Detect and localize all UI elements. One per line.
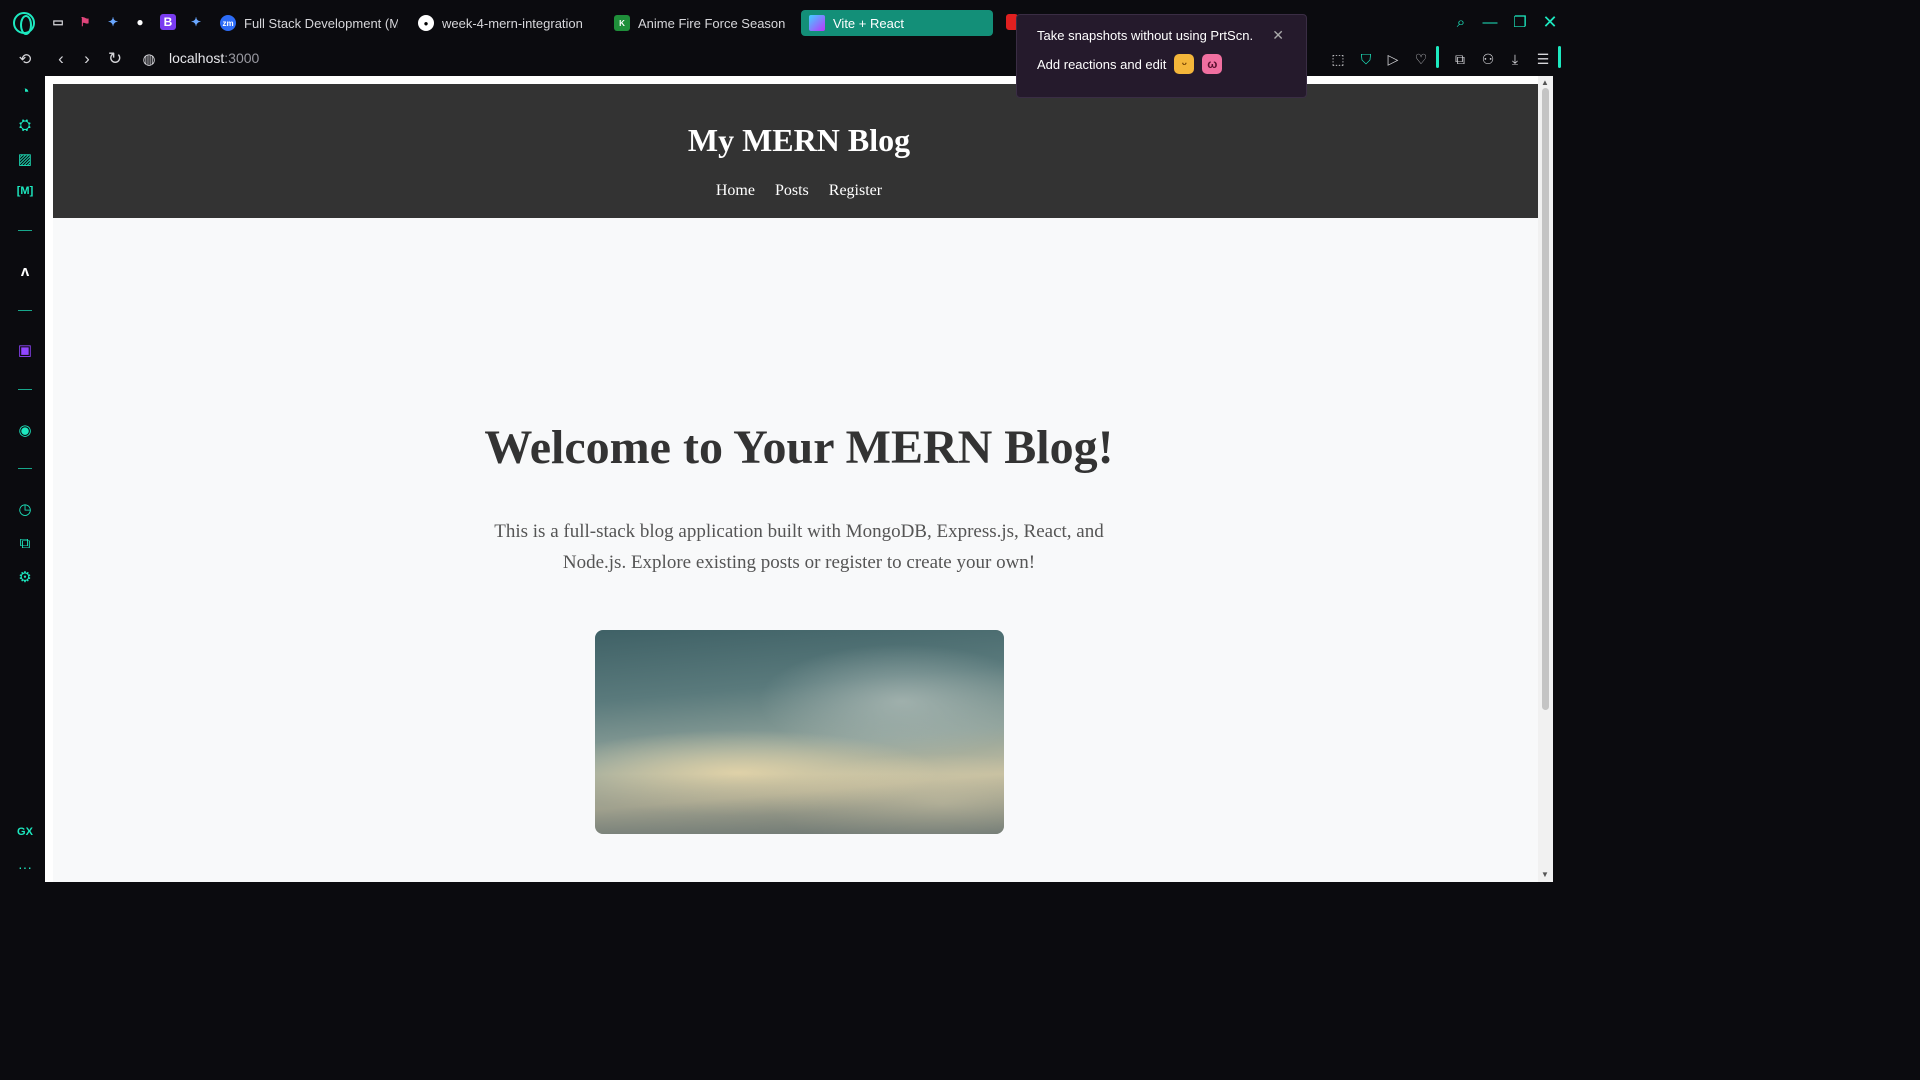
close-window-icon[interactable]: ✕ xyxy=(1540,12,1560,32)
sparkle-icon[interactable]: ✦ xyxy=(105,14,121,30)
scrollbar-thumb[interactable] xyxy=(1542,88,1549,710)
tab-week-4-mern-integration[interactable]: ● week-4-mern-integration xyxy=(410,10,596,36)
search-icon[interactable]: ⌕ xyxy=(1451,12,1471,32)
opera-gx-logo-icon[interactable] xyxy=(13,12,35,35)
sidebar-divider xyxy=(18,389,32,390)
tab-strip: ▭ ⚑ ✦ ● B ✦ zm Full Stack Development (M… xyxy=(0,0,1568,44)
site-header: My MERN Blog Home Posts Register xyxy=(53,84,1545,218)
tab-anime-fire-force[interactable]: K Anime Fire Force Season xyxy=(606,10,792,36)
sidebar: ◔ ⛭ ▨ [M] ʌ ▣ ◉ ◷ ⧉ ⚙ GX ··· xyxy=(0,76,45,882)
vite-icon xyxy=(809,15,825,31)
github-icon: ● xyxy=(418,15,434,31)
page-body: My MERN Blog Home Posts Register Welcome… xyxy=(53,84,1545,882)
back-icon[interactable]: ‹ xyxy=(50,48,72,70)
gx-label[interactable]: GX xyxy=(14,821,36,843)
globe-icon: ◍ xyxy=(142,51,156,68)
vertical-scrollbar[interactable]: ▲ ▼ xyxy=(1538,76,1553,882)
cat-emoji-icon: ω xyxy=(1202,54,1223,74)
settings-gear-icon[interactable]: ⚙ xyxy=(14,566,36,588)
minimize-icon[interactable]: — xyxy=(1480,12,1500,32)
address-bar-row: ⟲ ‹ › ↻ ◍ localhost:3000 ⬚ ⛉ ▷ ♡ ⧉ ⚇ ⤓ ☰ xyxy=(0,44,1568,76)
restore-icon[interactable]: ❐ xyxy=(1510,12,1530,32)
url-host: localhost xyxy=(169,50,225,66)
github-icon[interactable]: ● xyxy=(132,14,148,30)
shield-icon[interactable]: ⛉ xyxy=(1356,49,1376,69)
sidebar-divider xyxy=(18,468,32,469)
tooltip-close-icon[interactable]: ✕ xyxy=(1272,27,1284,44)
tab-label: week-4-mern-integration xyxy=(442,15,583,31)
tab-label: Anime Fire Force Season xyxy=(638,15,786,31)
tooltip-line-1: Take snapshots without using PrtScn. xyxy=(1037,28,1254,43)
tooltip-line-2: Add reactions and edit xyxy=(1037,56,1167,72)
twitch-icon[interactable]: ▣ xyxy=(14,339,36,361)
profile-icon[interactable]: ⚇ xyxy=(1478,49,1498,69)
snapshot-tooltip: Take snapshots without using PrtScn. Add… xyxy=(1016,14,1307,98)
history-icon[interactable]: ◷ xyxy=(14,498,36,520)
gamepad-icon[interactable]: ▭ xyxy=(50,14,66,30)
url-port: :3000 xyxy=(224,50,260,66)
site-nav: Home Posts Register xyxy=(53,182,1545,200)
zoom-icon: zm xyxy=(220,15,236,31)
snapshot-icon[interactable]: ⬚ xyxy=(1328,49,1348,69)
heart-icon[interactable]: ♡ xyxy=(1411,49,1431,69)
nav-register-link[interactable]: Register xyxy=(829,182,882,200)
gx-corner-icon[interactable]: ⛭ xyxy=(14,114,36,136)
more-icon[interactable]: ··· xyxy=(14,856,36,878)
scroll-down-icon[interactable]: ▼ xyxy=(1541,870,1549,879)
menu-icon[interactable]: ☰ xyxy=(1533,49,1553,69)
tab-label: Vite + React xyxy=(833,15,904,31)
sidebar-divider xyxy=(18,230,32,231)
hero-description: This is a full-stack blog application bu… xyxy=(494,521,1104,573)
smile-emoji-icon: ᵕ xyxy=(1174,54,1195,74)
hero-title: Welcome to Your MERN Blog! xyxy=(484,421,1114,474)
nav-home-link[interactable]: Home xyxy=(716,182,755,200)
tab-vite-react[interactable]: Vite + React xyxy=(801,10,993,36)
messenger-m-icon[interactable]: [M] xyxy=(14,180,36,202)
cleaner-icon[interactable]: ▨ xyxy=(14,148,36,170)
download-icon[interactable]: ⤓ xyxy=(1505,49,1525,69)
scroll-up-icon[interactable]: ▲ xyxy=(1541,78,1549,87)
extensions-sidebar-icon[interactable]: ⧉ xyxy=(14,532,36,554)
speed-dial-icon[interactable]: ◔ xyxy=(14,80,36,102)
sparkle-icon[interactable]: ✦ xyxy=(188,14,204,30)
extensions-icon[interactable]: ⧉ xyxy=(1450,49,1470,69)
nav-posts-link[interactable]: Posts xyxy=(775,182,809,200)
web-viewport: My MERN Blog Home Posts Register Welcome… xyxy=(45,76,1553,882)
toolbar-divider xyxy=(1558,46,1561,68)
app-a-icon[interactable]: ʌ xyxy=(14,260,36,282)
flag-icon[interactable]: ⚑ xyxy=(77,14,93,30)
forward-icon[interactable]: › xyxy=(76,48,98,70)
k-icon: K xyxy=(614,15,630,31)
toolbar-divider xyxy=(1436,46,1439,68)
sync-icon[interactable]: ⟲ xyxy=(14,48,36,70)
tab-label: Full Stack Development (M xyxy=(244,15,398,31)
tab-full-stack-development[interactable]: zm Full Stack Development (M xyxy=(212,10,398,36)
sidebar-divider xyxy=(18,310,32,311)
reload-icon[interactable]: ↻ xyxy=(104,48,126,70)
url-field[interactable]: localhost:3000 xyxy=(169,50,259,66)
player-icon[interactable]: ◉ xyxy=(14,419,36,441)
play-icon[interactable]: ▷ xyxy=(1383,49,1403,69)
bootstrap-icon[interactable]: B xyxy=(160,14,176,30)
site-title: My MERN Blog xyxy=(687,122,911,158)
hero-sky-image xyxy=(595,630,1004,834)
